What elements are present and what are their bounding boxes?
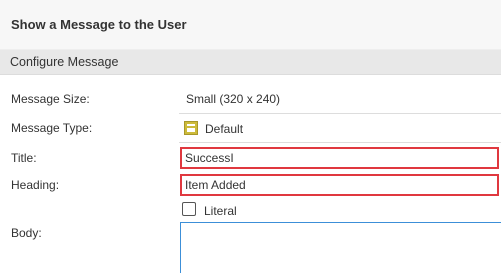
section-title: Configure Message — [10, 55, 119, 69]
dialog-title: Show a Message to the User — [11, 17, 187, 32]
body-label: Body: — [11, 226, 42, 240]
message-type-label: Message Type: — [11, 121, 93, 135]
dialog-title-bar: Show a Message to the User — [0, 0, 501, 50]
heading-input[interactable] — [180, 174, 499, 196]
body-textarea[interactable] — [180, 222, 501, 273]
literal-label[interactable]: Literal — [204, 204, 237, 218]
heading-label: Heading: — [11, 178, 60, 192]
row-divider — [179, 113, 501, 114]
form-template-icon — [184, 121, 198, 135]
message-dialog: Show a Message to the User Configure Mes… — [0, 0, 501, 273]
literal-checkbox[interactable] — [182, 202, 196, 216]
section-header[interactable]: Configure Message — [0, 50, 501, 75]
title-input[interactable] — [180, 147, 499, 169]
row-divider — [179, 142, 501, 143]
message-size-select[interactable]: Small (320 x 240) — [186, 92, 280, 106]
message-type-select[interactable]: Default — [205, 122, 243, 136]
message-size-label: Message Size: — [11, 92, 90, 106]
title-label: Title: — [11, 151, 37, 165]
